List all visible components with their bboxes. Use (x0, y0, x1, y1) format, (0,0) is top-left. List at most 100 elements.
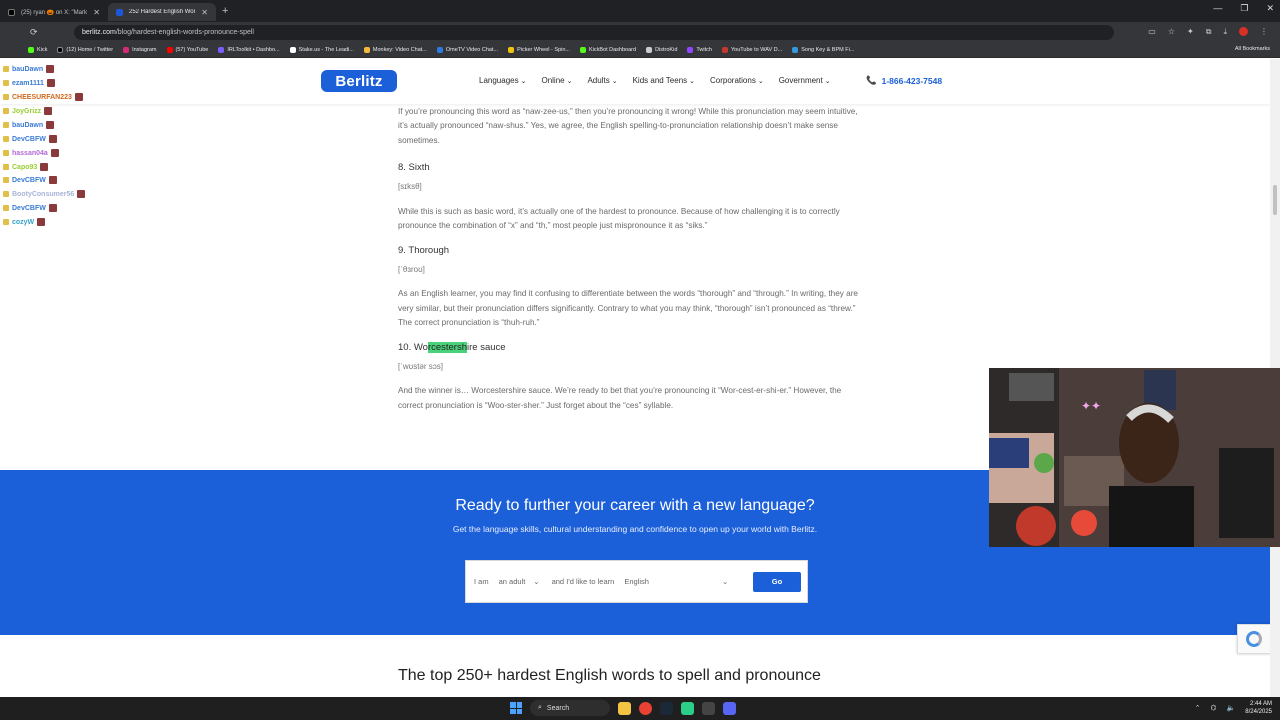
app-icon[interactable] (702, 701, 715, 715)
url-path: /blog/hardest-english-words-pronounce-sp… (115, 28, 254, 36)
bookmark-item[interactable]: Twitch (687, 46, 712, 53)
phonetic: [sɪksθ] (398, 181, 422, 191)
maximize-icon[interactable]: ❐ (1240, 3, 1248, 14)
badge-icon (3, 150, 9, 156)
nav-government[interactable]: Government ⌄ (779, 76, 831, 85)
download-icon[interactable]: ⤓ (1223, 27, 1227, 37)
emote-icon (46, 121, 55, 129)
bookmark-item[interactable]: Song Key & BPM Fi... (792, 46, 854, 53)
go-button[interactable]: Go (753, 571, 801, 592)
paragraph: As an English learner, you may find it c… (398, 289, 858, 328)
emote-icon (48, 204, 57, 212)
clock[interactable]: 2:44 AM 8/24/2025 (1245, 700, 1272, 716)
chevron-down-icon: ⌄ (533, 577, 540, 586)
chat-username[interactable]: CHEESURFAN223 (12, 94, 72, 101)
chat-message: CHEESURFAN223 (3, 93, 83, 101)
word-heading: 10. Worcestershire sauce (398, 342, 506, 354)
nav-corporations[interactable]: Corporations ⌄ (710, 76, 764, 85)
chat-username[interactable]: ezam1111 (12, 80, 44, 87)
bookmarks-bar: Kick (12) Home / Twitter Instagram (57) … (0, 42, 1280, 58)
webcam-overlay: ✦✦ (989, 368, 1280, 547)
chat-username[interactable]: bauDawn (12, 122, 43, 129)
phone-icon: 📞 (866, 75, 877, 85)
chrome-icon[interactable] (639, 701, 652, 715)
bookmark-item[interactable]: YouTube to WAV D... (721, 46, 782, 53)
network-icon[interactable]: ⌬ (1210, 704, 1216, 712)
chat-username[interactable]: hassan04a (12, 150, 48, 157)
chat-message: hassan04a (3, 149, 59, 157)
bookmark-item[interactable]: Stake.us - The Leadi... (289, 46, 354, 53)
taskbar-search[interactable]: ⌕ Search (530, 700, 610, 716)
chat-username[interactable]: DevCBFW (12, 177, 46, 184)
chevron-down-icon: ⌄ (824, 78, 831, 85)
chevron-down-icon: ⌄ (520, 78, 527, 85)
browser-tab-bar: (25) ryan 🎃 on X: "Marlon hin ✕ 252 Hard… (0, 0, 1280, 22)
menu-icon[interactable]: ⋮ (1260, 27, 1268, 37)
bookmark-item[interactable]: IRLToolkit • Dashbo... (218, 46, 280, 53)
scrollbar-thumb[interactable] (1273, 185, 1277, 215)
emote-icon (48, 135, 57, 143)
close-icon[interactable]: ✕ (201, 8, 208, 17)
badge-icon (3, 136, 9, 142)
stream-chat-overlay: bauDawn ezam1111 CHEESURFAN223 JoyGrizz bauD… (0, 0, 130, 230)
chat-message: bauDawn (3, 65, 55, 73)
nav-kids-and-teens[interactable]: Kids and Teens ⌄ (633, 76, 695, 85)
language-select[interactable]: English ⌄ (624, 577, 728, 586)
bookmark-item[interactable]: Monkey: Video Chat... (363, 46, 427, 53)
star-icon[interactable]: ☆ (1168, 27, 1175, 37)
close-window-icon[interactable]: ✕ (1266, 3, 1274, 14)
url-input[interactable]: berlitz.com/blog/hardest-english-words-p… (74, 24, 1114, 40)
badge-icon (3, 219, 9, 225)
steam-icon[interactable] (660, 701, 673, 715)
taskbar-apps: ⌕ Search (510, 700, 736, 716)
new-tab-icon[interactable]: + (222, 5, 228, 17)
picker-wheel-icon (508, 46, 515, 53)
chat-username[interactable]: BootyConsumer56 (12, 191, 74, 198)
article-body: If you’re pronouncing this word as “naw-… (398, 105, 868, 413)
bookmark-item[interactable]: Picker Wheel - Spin... (508, 46, 570, 53)
extension-icon[interactable]: ✦ (1187, 27, 1194, 37)
puzzle-icon[interactable]: ⧉ (1206, 27, 1212, 37)
svg-text:✦✦: ✦✦ (1081, 399, 1101, 413)
chevron-up-icon[interactable]: ⌃ (1195, 704, 1201, 712)
phone-link[interactable]: 📞 1-866-423-7548 (866, 75, 942, 86)
discord-icon[interactable] (723, 701, 736, 715)
nav-languages[interactable]: Languages ⌄ (479, 76, 526, 85)
site-header: Berlitz Languages ⌄ Online ⌄ Adults ⌄ Kids … (0, 59, 1270, 104)
nav-online[interactable]: Online ⌄ (541, 76, 572, 85)
webcam-image: ✦✦ (989, 368, 1280, 547)
chat-username[interactable]: DevCBFW (12, 205, 46, 212)
windows-start-icon[interactable] (510, 702, 522, 714)
badge-icon (3, 66, 9, 72)
all-bookmarks-button[interactable]: All Bookmarks (1235, 46, 1270, 52)
berlitz-logo[interactable]: Berlitz (321, 70, 397, 92)
audience-select[interactable]: an adult ⌄ (499, 577, 540, 586)
chat-username[interactable]: bauDawn (12, 66, 43, 73)
badge-icon (3, 108, 9, 114)
chat-username[interactable]: DevCBFW (12, 136, 46, 143)
bookmark-item[interactable]: (57) YouTube (166, 46, 208, 53)
toolbar-icons: ▭ ☆ ✦ ⧉ ⤓ ⋮ (1148, 27, 1268, 37)
ometv-icon (436, 46, 443, 53)
file-explorer-icon[interactable] (618, 701, 631, 715)
badge-icon (3, 80, 9, 86)
volume-icon[interactable]: 🔈 (1227, 704, 1236, 712)
nav-adults[interactable]: Adults ⌄ (587, 76, 617, 85)
cast-icon[interactable]: ▭ (1148, 27, 1156, 37)
bookmark-item[interactable]: KickBot Dashboard (579, 46, 636, 53)
recaptcha-icon (1246, 631, 1262, 647)
minimize-icon[interactable]: — (1213, 3, 1222, 14)
bookmark-item[interactable]: DistroKid (646, 46, 677, 53)
bookmark-item[interactable]: OmeTV Video Chat... (436, 46, 498, 53)
emote-icon (40, 163, 49, 171)
chat-username[interactable]: cozyW (12, 219, 34, 226)
chat-username[interactable]: JoyGrizz (12, 108, 41, 115)
phonetic: [ˈθɜroʊ] (398, 265, 425, 275)
word-heading: 9. Thorough (398, 245, 450, 257)
badge-icon (3, 191, 9, 197)
obs-icon[interactable] (681, 701, 694, 715)
recaptcha-badge[interactable] (1237, 624, 1270, 654)
chat-username[interactable]: Capo93 (12, 164, 37, 171)
profile-icon[interactable] (1239, 27, 1248, 36)
window-controls: — ❐ ✕ (1213, 3, 1274, 14)
